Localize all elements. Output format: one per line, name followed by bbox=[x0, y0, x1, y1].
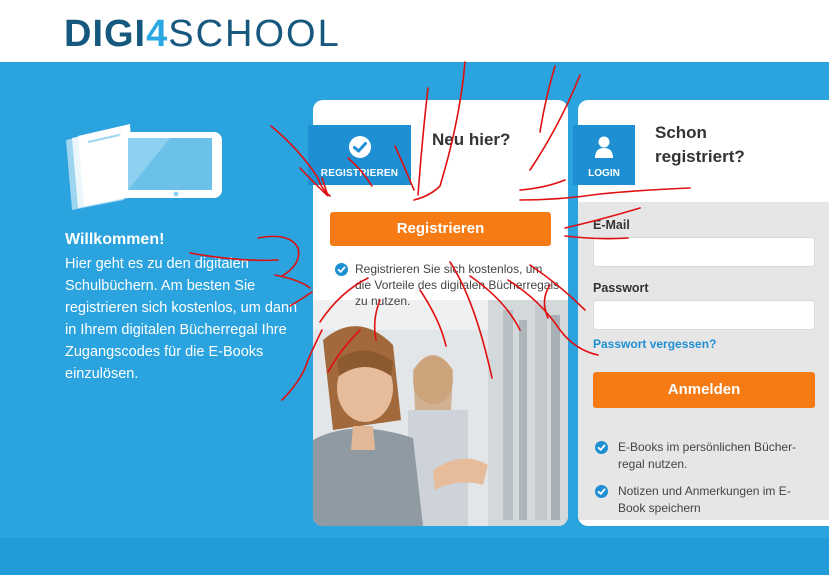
login-heading: Schon registriert? bbox=[655, 123, 745, 166]
password-label: Passwort bbox=[593, 281, 649, 295]
register-note: Registrieren Sie sich kostenlos, um die … bbox=[355, 262, 560, 308]
hero-band-bottom bbox=[0, 538, 829, 575]
check-icon bbox=[335, 263, 348, 276]
logo-four: 4 bbox=[146, 13, 169, 55]
logo-digi: DIGI bbox=[64, 13, 147, 55]
digi4school-logo[interactable]: DIGI4SCHOOL bbox=[64, 14, 341, 54]
welcome-title: Willkommen! bbox=[65, 231, 165, 248]
logo-school: SCHOOL bbox=[168, 13, 341, 55]
tab-login-label: LOGIN bbox=[588, 168, 620, 179]
email-label: E-Mail bbox=[593, 218, 630, 232]
book-tablet-illustration-icon bbox=[66, 124, 222, 210]
register-button[interactable]: Registrieren bbox=[330, 212, 551, 246]
welcome-text: Hier geht es zu den digitalen Schulbüche… bbox=[65, 256, 298, 382]
check-icon bbox=[595, 485, 608, 498]
password-field[interactable] bbox=[593, 300, 815, 330]
tab-register-label: REGISTRIEREN bbox=[320, 168, 399, 179]
email-field[interactable] bbox=[593, 237, 815, 267]
login-button[interactable]: Anmelden bbox=[593, 372, 815, 408]
checkmark-circle-icon bbox=[348, 135, 372, 164]
tab-login[interactable]: LOGIN bbox=[573, 125, 635, 185]
check-icon bbox=[595, 441, 608, 454]
benefit-item: E-Books im persönlichen Bücher-regal nut… bbox=[618, 440, 797, 471]
user-icon bbox=[594, 135, 614, 164]
forgot-password-link[interactable]: Passwort vergessen? bbox=[593, 337, 716, 351]
register-heading: Neu hier? bbox=[432, 130, 511, 149]
tab-register[interactable]: REGISTRIEREN bbox=[308, 125, 411, 185]
benefit-item: Notizen und Anmerkungen im E-Book speich… bbox=[618, 484, 791, 515]
student-photo bbox=[313, 300, 568, 526]
